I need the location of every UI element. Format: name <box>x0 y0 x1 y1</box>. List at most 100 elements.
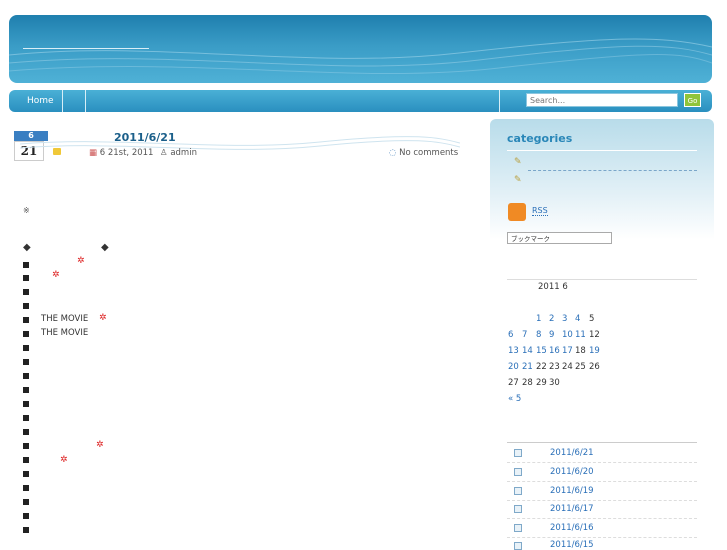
bullet-square <box>23 331 29 337</box>
category-icon: ✎ <box>514 157 522 167</box>
comment-icon: ◌ <box>389 148 397 158</box>
red-mark-icon: ✲ <box>52 270 60 280</box>
post-line: THE MOVIE <box>41 314 89 324</box>
calendar-day[interactable]: 21 <box>522 362 533 372</box>
calendar-day[interactable]: 1 <box>536 314 541 324</box>
calendar-day[interactable]: 17 <box>562 346 573 356</box>
calendar-day[interactable]: 8 <box>536 330 541 340</box>
red-mark-icon: ✲ <box>99 313 107 323</box>
bullet-square <box>23 262 29 268</box>
categories-title: categories <box>507 132 573 145</box>
red-mark-icon: ✲ <box>77 256 85 266</box>
divider <box>507 500 697 501</box>
category-link[interactable] <box>528 170 697 171</box>
calendar-day[interactable]: 19 <box>589 346 600 356</box>
diamond-icon: ◆ <box>101 242 109 253</box>
rss-icon[interactable] <box>508 203 526 221</box>
bullet-square <box>23 303 29 309</box>
bullet-square <box>23 499 29 505</box>
calendar-day[interactable]: 4 <box>575 314 580 324</box>
calendar-day[interactable]: 6 <box>508 330 513 340</box>
post-comments-meta: ◌ No comments <box>389 148 458 158</box>
main-nav: Home Go <box>9 90 712 112</box>
post-title[interactable]: 2011/6/21 <box>114 131 176 144</box>
bullet-square <box>23 513 29 519</box>
calendar-day[interactable]: 11 <box>575 330 586 340</box>
calendar-day: 23 <box>549 362 560 372</box>
bullet-square <box>23 387 29 393</box>
nav-divider <box>62 90 63 112</box>
calendar-day[interactable]: 3 <box>562 314 567 324</box>
post-icon <box>514 468 522 476</box>
recent-post-link[interactable]: 2011/6/16 <box>550 523 594 533</box>
divider <box>507 150 697 151</box>
calendar-day[interactable]: 15 <box>536 346 547 356</box>
post-author[interactable]: admin <box>170 148 197 158</box>
recent-post-link[interactable]: 2011/6/19 <box>550 486 594 496</box>
bullet-square <box>23 457 29 463</box>
nav-home-link[interactable]: Home <box>19 90 62 112</box>
bullet-square <box>23 429 29 435</box>
calendar-day: 25 <box>575 362 586 372</box>
nav-divider <box>499 90 500 112</box>
divider <box>507 481 697 482</box>
calendar-day: 5 <box>589 314 595 324</box>
search-input[interactable] <box>526 93 678 107</box>
bullet-square <box>23 317 29 323</box>
calendar-day: 24 <box>562 362 573 372</box>
divider <box>507 279 697 280</box>
calendar-day[interactable]: 2 <box>549 314 554 324</box>
calendar-day: 30 <box>549 378 560 388</box>
post-icon <box>514 542 522 550</box>
recent-post-link[interactable]: 2011/6/17 <box>550 504 594 514</box>
bullet-square <box>23 359 29 365</box>
bookmark-button[interactable]: ブックマーク <box>507 232 612 244</box>
divider <box>507 462 697 463</box>
calendar-day[interactable]: 7 <box>522 330 527 340</box>
diamond-icon: ◆ <box>23 242 31 253</box>
calendar-caption: 2011 6 <box>538 282 568 292</box>
recent-post-link[interactable]: 2011/6/20 <box>550 467 594 477</box>
calendar-day[interactable]: 20 <box>508 362 519 372</box>
calendar-day: 26 <box>589 362 600 372</box>
calendar-icon: ▦ <box>89 148 98 158</box>
rss-link[interactable]: RSS <box>532 206 548 216</box>
bullet-square <box>23 289 29 295</box>
post-date: 6 21st, 2011 <box>99 148 154 158</box>
search-go-button[interactable]: Go <box>684 93 701 107</box>
post-icon <box>514 449 522 457</box>
divider <box>507 537 697 538</box>
bullet-square <box>23 345 29 351</box>
red-mark-icon: ✲ <box>96 440 104 450</box>
recent-post-link[interactable]: 2011/6/21 <box>550 448 594 458</box>
calendar-day: 22 <box>536 362 547 372</box>
calendar-day[interactable]: 14 <box>522 346 533 356</box>
bullet-square <box>23 275 29 281</box>
recent-post-link[interactable]: 2011/6/15 <box>550 540 594 550</box>
bullet-square <box>23 373 29 379</box>
post-icon <box>514 524 522 532</box>
user-icon: ♙ <box>160 148 168 158</box>
divider <box>507 442 697 443</box>
post-symbol: ※ <box>23 206 30 215</box>
calendar-day: 27 <box>508 378 519 388</box>
bullet-square <box>23 485 29 491</box>
red-mark-icon: ✲ <box>60 455 68 465</box>
calendar-day[interactable]: 10 <box>562 330 573 340</box>
calendar-day: 18 <box>575 346 586 356</box>
header-line <box>23 48 149 49</box>
header-waves <box>9 38 712 75</box>
calendar-day[interactable]: 16 <box>549 346 560 356</box>
divider <box>507 518 697 519</box>
calendar-day[interactable]: 9 <box>549 330 554 340</box>
bullet-square <box>23 415 29 421</box>
post-date-meta: ▦ 6 21st, 2011 <box>89 148 153 158</box>
comments-link[interactable]: No comments <box>399 148 458 158</box>
post-author-meta: ♙ admin <box>160 148 197 158</box>
calendar-day: 28 <box>522 378 533 388</box>
calendar-day[interactable]: 13 <box>508 346 519 356</box>
site-header <box>9 15 712 83</box>
calendar-prev-link[interactable]: « 5 <box>508 394 521 404</box>
category-icon: ✎ <box>514 175 522 185</box>
bullet-square <box>23 443 29 449</box>
